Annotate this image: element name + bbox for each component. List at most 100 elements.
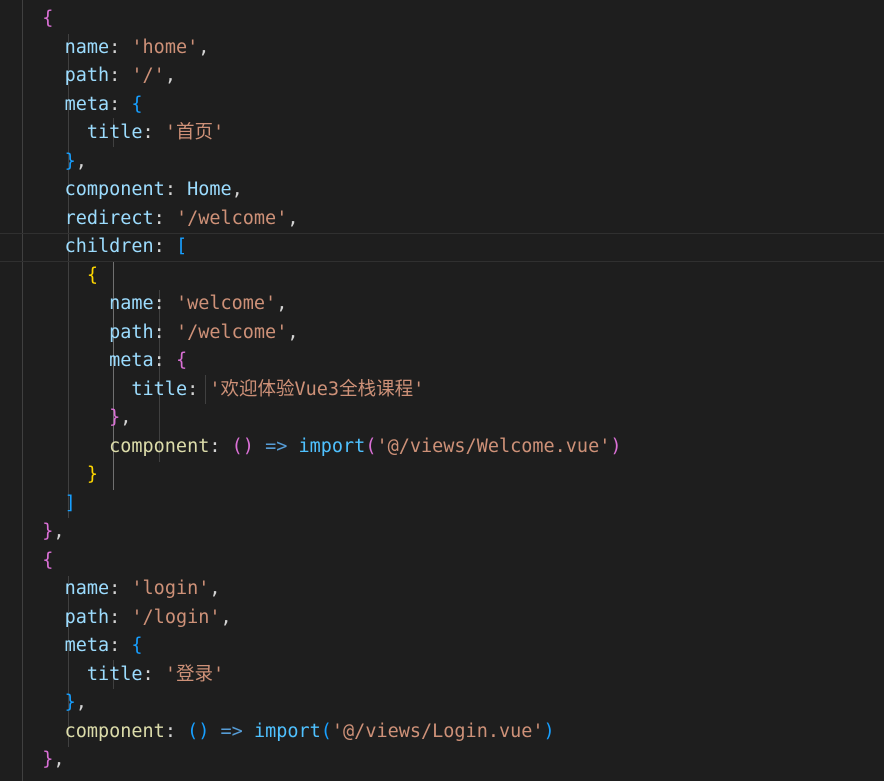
code-token: : [153, 236, 176, 257]
code-token: component [109, 435, 210, 457]
code-token: : [109, 65, 132, 86]
code-line[interactable]: name: 'welcome', [0, 290, 884, 319]
code-token: } [64, 150, 76, 172]
code-token: , [198, 36, 210, 58]
code-token: ) [543, 720, 555, 742]
code-token: , [231, 179, 243, 200]
code-token: : [142, 663, 165, 685]
code-line[interactable]: } [0, 461, 884, 490]
code-token: , [287, 207, 299, 229]
code-token: : [109, 606, 132, 628]
code-line[interactable]: meta: { [0, 347, 884, 376]
code-line[interactable]: path: '/login', [0, 604, 884, 633]
code-token: } [109, 407, 121, 428]
code-token: : [153, 293, 176, 314]
code-line[interactable]: component: () => import('@/views/Welcome… [0, 433, 884, 462]
code-token: title [86, 663, 143, 685]
code-token: , [276, 293, 288, 314]
code-line[interactable]: }, [0, 518, 884, 547]
code-token: children [64, 236, 154, 257]
code-line[interactable]: meta: { [0, 91, 884, 120]
code-token: : [109, 578, 132, 599]
code-token: { [131, 635, 143, 656]
code-token: : [142, 122, 165, 143]
code-token: , [220, 606, 232, 628]
code-token: ( [365, 435, 377, 457]
code-token: : [109, 93, 132, 115]
code-token: '/login' [131, 606, 221, 628]
code-token: : [187, 378, 210, 400]
code-token: path [64, 65, 110, 86]
code-line[interactable]: { [0, 262, 884, 291]
code-token: : [153, 321, 176, 343]
code-line[interactable]: path: '/welcome', [0, 319, 884, 348]
code-token: 'home' [131, 36, 199, 58]
code-token: meta [64, 635, 110, 656]
code-line[interactable]: { [0, 5, 884, 34]
code-token: path [64, 606, 110, 628]
code-token: '@/views/Welcome.vue' [376, 435, 611, 457]
code-line[interactable]: component: () => import('@/views/Login.v… [0, 718, 884, 747]
code-line[interactable]: name: 'home', [0, 34, 884, 63]
code-token: meta [109, 350, 154, 371]
code-token: } [42, 521, 54, 542]
code-line[interactable]: title: '登录' [0, 661, 884, 690]
code-editor[interactable]: { name: 'home', path: '/', meta: { title… [0, 0, 884, 781]
code-line[interactable]: name: 'login', [0, 575, 884, 604]
code-line[interactable]: children: [ [0, 233, 884, 262]
code-token: , [209, 578, 221, 599]
code-line[interactable]: redirect: '/welcome', [0, 205, 884, 234]
code-line[interactable]: }, [0, 689, 884, 718]
code-token: 'welcome' [175, 293, 277, 314]
code-token: } [42, 749, 54, 770]
code-line[interactable]: meta: { [0, 632, 884, 661]
code-token: , [75, 150, 87, 172]
code-token: => [220, 720, 243, 742]
code-line[interactable]: ] [0, 490, 884, 519]
code-line[interactable]: title: '首页' [0, 119, 884, 148]
code-token: name [64, 36, 110, 58]
code-token: '登录' [164, 663, 225, 685]
code-token: , [164, 65, 176, 86]
code-line[interactable]: path: '/', [0, 62, 884, 91]
code-token: } [64, 692, 76, 713]
code-token: () [187, 720, 210, 742]
code-line[interactable]: { [0, 547, 884, 576]
code-token: path [109, 321, 154, 343]
code-line[interactable]: }, [0, 746, 884, 775]
code-token: ( [320, 720, 332, 742]
code-token: [ [175, 236, 188, 257]
code-token: meta [64, 93, 110, 115]
code-token: : [153, 350, 176, 371]
code-line[interactable]: component: Home, [0, 176, 884, 205]
code-line[interactable]: }, [0, 404, 884, 433]
code-token: , [287, 321, 299, 343]
code-token: name [64, 578, 110, 599]
code-token: { [86, 264, 98, 286]
code-token: '首页' [164, 122, 225, 143]
code-line[interactable]: }, [0, 148, 884, 177]
code-token: } [86, 464, 98, 485]
code-line[interactable]: title: '欢迎体验Vue3全栈课程' [0, 376, 884, 405]
code-token: , [120, 407, 132, 428]
code-token: : [153, 207, 176, 229]
